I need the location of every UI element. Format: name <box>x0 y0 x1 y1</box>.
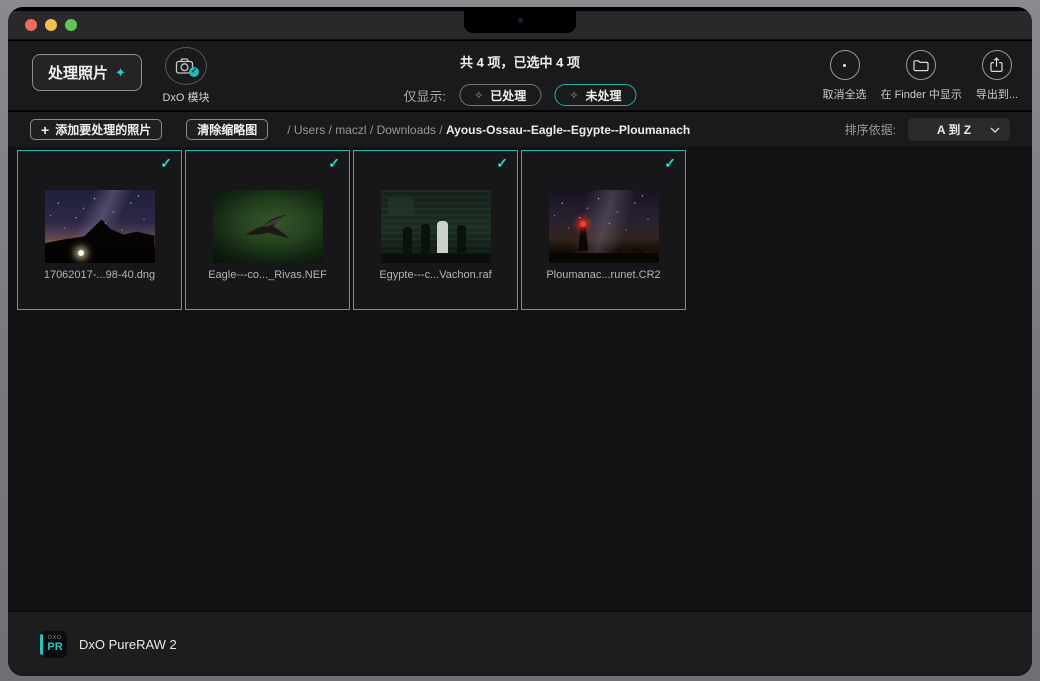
thumbnail-row: ✓ 17062017-...98-40.dng ✓ Eagle---co..._… <box>8 147 1032 310</box>
app-logo: DXO PR <box>40 631 67 658</box>
photo-thumbnail <box>549 190 659 263</box>
photo-filename: Eagle---co..._Rivas.NEF <box>186 269 349 281</box>
eagle-silhouette <box>242 212 298 242</box>
lighthouse-silhouette <box>578 226 588 251</box>
white-robed-figure <box>437 221 448 253</box>
header-toolbar: 处理照片 ✦ ✓ DxO 模块 共 4 项，已选中 4 项 仅显示: ✧ 已处理 <box>8 41 1032 111</box>
footer: DXO PR DxO PureRAW 2 <box>8 611 1032 676</box>
add-photos-label: 添加要处理的照片 <box>55 121 151 138</box>
photo-thumbnail <box>381 190 491 263</box>
sort-dropdown[interactable]: A 到 Z <box>908 118 1010 141</box>
app-window: 处理照片 ✦ ✓ DxO 模块 共 4 项，已选中 4 项 仅显示: ✧ 已处理 <box>8 7 1032 676</box>
deselect-all-circle <box>830 50 860 80</box>
selected-check-icon: ✓ <box>328 155 340 172</box>
dot-icon <box>843 64 846 67</box>
minimize-button[interactable] <box>45 19 57 31</box>
dxo-modules-button[interactable]: ✓ DxO 模块 <box>154 47 218 105</box>
breadcrumb-path: / Users / maczl / Downloads / <box>287 123 442 137</box>
mountain-silhouette <box>45 216 155 250</box>
export-circle <box>982 50 1012 80</box>
deselect-all-label: 取消全选 <box>823 86 867 102</box>
export-to-button[interactable]: 导出到... <box>976 50 1018 102</box>
export-to-label: 导出到... <box>976 86 1018 102</box>
selection-info-group: 共 4 项，已选中 4 项 仅显示: ✧ 已处理 ✧ 未处理 <box>403 52 636 106</box>
close-button[interactable] <box>25 19 37 31</box>
photo-cell[interactable]: ✓ Egypte---c...Vachon.raf <box>353 150 518 310</box>
sort-group: 排序依据: A 到 Z <box>845 118 1010 141</box>
header-actions: 取消全选 在 Finder 中显示 导出到... <box>823 50 1018 102</box>
photo-filename: Ploumanac...runet.CR2 <box>522 269 685 281</box>
app-name: DxO PureRAW 2 <box>79 637 177 652</box>
chevron-down-icon <box>990 127 1000 133</box>
filter-processed-button[interactable]: ✧ 已处理 <box>459 84 541 106</box>
filter-unprocessed-button[interactable]: ✧ 未处理 <box>554 84 636 106</box>
filter-unprocessed-label: 未处理 <box>586 87 622 104</box>
lighthouse-light <box>580 221 586 227</box>
deselect-all-button[interactable]: 取消全选 <box>823 50 867 102</box>
logo-pr-text: PR <box>47 641 62 653</box>
clear-thumbnails-button[interactable]: 清除缩略图 <box>186 119 268 140</box>
process-photos-button[interactable]: 处理照片 ✦ <box>32 54 142 91</box>
dxo-modules-label: DxO 模块 <box>162 89 209 105</box>
display-notch <box>464 7 576 33</box>
photo-cell[interactable]: ✓ 17062017-...98-40.dng <box>17 150 182 310</box>
sparkle-outline-icon: ✧ <box>474 89 483 102</box>
photo-cell[interactable]: ✓ Ploumanac...runet.CR2 <box>521 150 686 310</box>
breadcrumb-current-folder: Ayous-Ossau--Eagle--Egypte--Ploumanach <box>446 123 690 137</box>
plus-icon: + <box>41 122 49 138</box>
add-photos-button[interactable]: + 添加要处理的照片 <box>30 119 162 140</box>
photo-thumbnail <box>45 190 155 263</box>
camera-icon <box>518 18 523 23</box>
selected-check-icon: ✓ <box>664 155 676 172</box>
selection-summary: 共 4 项，已选中 4 项 <box>460 52 580 71</box>
export-icon <box>989 57 1004 73</box>
filter-processed-label: 已处理 <box>490 87 526 104</box>
breadcrumb[interactable]: / Users / maczl / Downloads / Ayous-Ossa… <box>287 123 690 137</box>
module-status-badge: ✓ <box>189 67 199 77</box>
show-in-finder-button[interactable]: 在 Finder 中显示 <box>881 50 962 102</box>
clear-thumbnails-label: 清除缩略图 <box>197 121 257 138</box>
folder-icon <box>913 59 929 72</box>
photo-thumbnail <box>213 190 323 263</box>
photo-cell[interactable]: ✓ Eagle---co..._Rivas.NEF <box>185 150 350 310</box>
sort-value: A 到 Z <box>918 121 990 138</box>
finder-circle <box>906 50 936 80</box>
filter-label: 仅显示: <box>403 86 446 105</box>
sparkle-outline-icon: ✧ <box>569 89 578 102</box>
sort-by-label: 排序依据: <box>845 121 896 138</box>
photo-filename: Egypte---c...Vachon.raf <box>354 269 517 281</box>
show-in-finder-label: 在 Finder 中显示 <box>881 86 962 102</box>
zoom-button[interactable] <box>65 19 77 31</box>
selected-check-icon: ✓ <box>160 155 172 172</box>
photo-filename: 17062017-...98-40.dng <box>18 269 181 281</box>
filter-row: 仅显示: ✧ 已处理 ✧ 未处理 <box>403 84 636 106</box>
process-photos-label: 处理照片 <box>48 62 108 83</box>
selected-check-icon: ✓ <box>496 155 508 172</box>
photo-grid: ✓ 17062017-...98-40.dng ✓ Eagle---co..._… <box>8 147 1032 611</box>
file-toolbar: + 添加要处理的照片 清除缩略图 / Users / maczl / Downl… <box>8 112 1032 147</box>
sparkle-icon: ✦ <box>115 65 126 81</box>
camera-circle: ✓ <box>165 47 207 85</box>
